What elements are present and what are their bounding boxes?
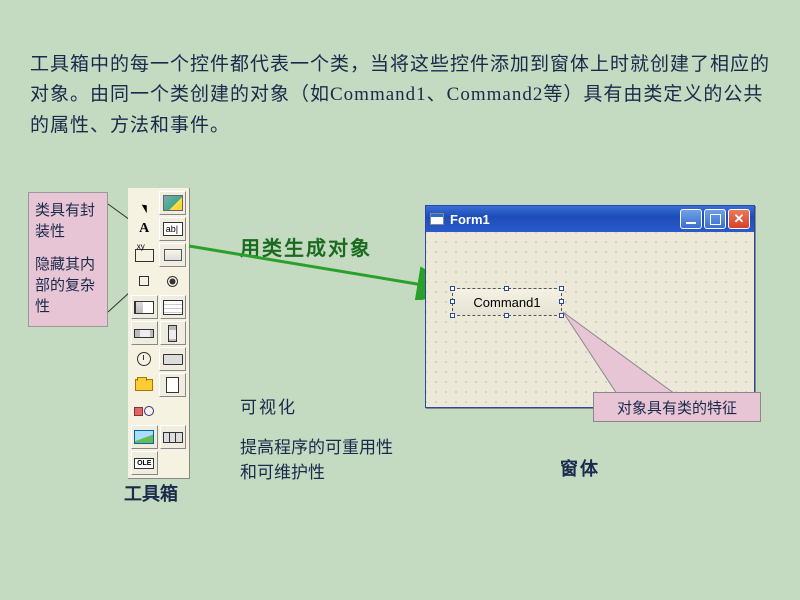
note-line-1: 类具有封装性 bbox=[35, 201, 101, 243]
mid-text-block: 可视化 提高程序的可重用性和可维护性 bbox=[240, 395, 400, 486]
timer-tool[interactable] bbox=[131, 347, 157, 371]
commandbutton-tool[interactable] bbox=[159, 243, 186, 267]
resize-handle[interactable] bbox=[450, 286, 455, 291]
resize-handle[interactable] bbox=[504, 286, 509, 291]
resize-handle[interactable] bbox=[559, 313, 564, 318]
command1-button[interactable]: Command1 bbox=[452, 288, 562, 316]
resize-handle[interactable] bbox=[450, 299, 455, 304]
ole-tool[interactable]: OLE bbox=[131, 451, 158, 475]
note-line-2: 隐藏其内部的复杂性 bbox=[35, 255, 101, 318]
drivelistbox-tool[interactable] bbox=[159, 347, 186, 371]
encapsulation-note: 类具有封装性 隐藏其内部的复杂性 bbox=[28, 192, 108, 327]
form-design-surface[interactable]: Command1 bbox=[426, 232, 754, 407]
resize-handle[interactable] bbox=[504, 313, 509, 318]
resize-handle[interactable] bbox=[559, 286, 564, 291]
object-callout: 对象具有类的特征 bbox=[593, 392, 761, 422]
toolbox-label: 工具箱 bbox=[124, 480, 178, 506]
optionbutton-tool[interactable] bbox=[160, 269, 187, 293]
hscrollbar-tool[interactable] bbox=[131, 321, 158, 345]
pointer-tool[interactable] bbox=[131, 191, 157, 215]
data-tool[interactable] bbox=[160, 425, 187, 449]
toolbox-panel: Aab| OLE bbox=[128, 188, 190, 479]
command1-label: Command1 bbox=[473, 295, 540, 310]
mid-line-2: 提高程序的可重用性和可维护性 bbox=[240, 435, 400, 486]
intro-paragraph: 工具箱中的每一个控件都代表一个类，当将这些控件添加到窗体上时就创建了相应的对象。… bbox=[30, 50, 770, 141]
form-label: 窗体 bbox=[560, 455, 600, 481]
textbox-tool[interactable]: ab| bbox=[159, 217, 186, 241]
arrow-label: 用类生成对象 bbox=[240, 232, 372, 261]
checkbox-tool[interactable] bbox=[131, 269, 158, 293]
close-button[interactable] bbox=[728, 209, 750, 229]
form-titlebar[interactable]: Form1 bbox=[426, 206, 754, 232]
filelistbox-tool[interactable] bbox=[159, 373, 186, 397]
picturebox-tool[interactable] bbox=[159, 191, 186, 215]
combobox-tool[interactable] bbox=[131, 295, 158, 319]
label-tool[interactable]: A bbox=[131, 217, 157, 241]
dirlistbox-tool[interactable] bbox=[131, 373, 157, 397]
vscrollbar-tool[interactable] bbox=[160, 321, 187, 345]
empty-tool bbox=[160, 451, 186, 475]
resize-handle[interactable] bbox=[559, 299, 564, 304]
form-icon bbox=[430, 213, 444, 225]
listbox-tool[interactable] bbox=[160, 295, 187, 319]
image-tool[interactable] bbox=[131, 425, 158, 449]
line-tool[interactable] bbox=[160, 399, 187, 423]
frame-tool[interactable] bbox=[131, 243, 157, 267]
shape-tool[interactable] bbox=[131, 399, 158, 423]
form-title: Form1 bbox=[450, 212, 680, 227]
form-window: Form1 Command1 bbox=[425, 205, 755, 408]
mid-line-1: 可视化 bbox=[240, 395, 400, 421]
minimize-button[interactable] bbox=[680, 209, 702, 229]
maximize-button[interactable] bbox=[704, 209, 726, 229]
resize-handle[interactable] bbox=[450, 313, 455, 318]
